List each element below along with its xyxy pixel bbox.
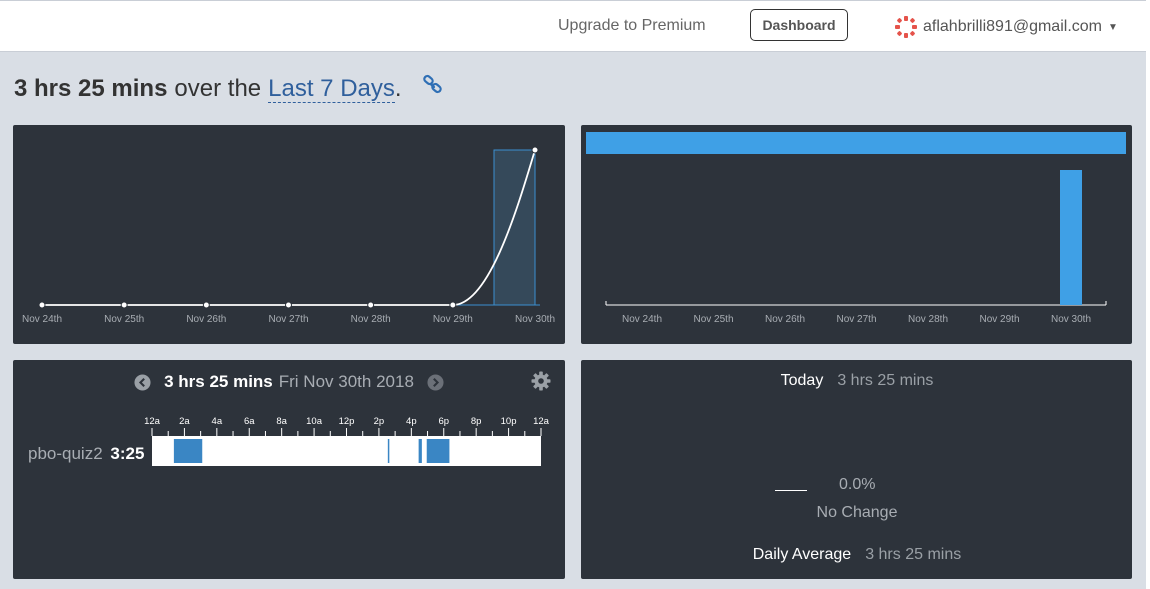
bar-chart-bar bbox=[1060, 170, 1082, 305]
timeline-tick-label: 8p bbox=[471, 416, 482, 427]
timeline-tick-label: 12a bbox=[144, 416, 161, 427]
change-text: No Change bbox=[816, 504, 898, 521]
stats-panel: Today 3 hrs 25 mins 0.0% No Change Daily… bbox=[581, 360, 1132, 579]
dashboard-button[interactable]: Dashboard bbox=[750, 9, 848, 41]
timeline-track bbox=[152, 436, 541, 466]
bar-chart-x-tick-label: Nov 24th bbox=[622, 314, 662, 325]
bar-chart-x-tick-label: Nov 27th bbox=[836, 314, 876, 325]
daily-average-label: Daily Average bbox=[752, 546, 852, 563]
timeline-tick-label: 10a bbox=[306, 416, 323, 427]
line-chart-x-tick-label: Nov 28th bbox=[351, 314, 391, 325]
user-menu[interactable]: aflahbrilli891@gmail.com ▼ bbox=[894, 15, 1118, 39]
timeline-tick-label: 2a bbox=[179, 416, 190, 427]
bar-chart-x-tick-label: Nov 29th bbox=[979, 314, 1019, 325]
line-chart-point bbox=[285, 301, 292, 309]
today-label: Today bbox=[780, 372, 824, 389]
summary-period: . bbox=[394, 75, 402, 102]
summary-duration: 3 hrs 25 mins bbox=[14, 75, 168, 102]
line-chart-point bbox=[531, 146, 539, 154]
line-chart-x-tick-label: Nov 30th bbox=[515, 314, 555, 325]
daily-average-value: 3 hrs 25 mins bbox=[865, 546, 962, 563]
timeline-tick-label: 12a bbox=[533, 416, 550, 427]
user-email: aflahbrilli891@gmail.com bbox=[923, 18, 1102, 35]
top-nav-bar: Upgrade to Premium Dashboard aflahbrilli… bbox=[0, 0, 1146, 52]
bar-chart-x-tick-label: Nov 30th bbox=[1051, 314, 1091, 325]
line-chart-point bbox=[449, 301, 457, 309]
line-chart-x-tick-label: Nov 25th bbox=[104, 314, 144, 325]
line-chart-point bbox=[367, 301, 375, 309]
line-chart-x-tick-label: Nov 27th bbox=[268, 314, 308, 325]
date-range-selector[interactable]: Last 7 Days bbox=[268, 76, 395, 103]
project-time: 3:25 bbox=[110, 444, 145, 463]
line-chart: Nov 24th Nov 25th Nov 26th Nov 27th Nov 28th… bbox=[22, 146, 555, 325]
line-chart-x-tick-label: Nov 29th bbox=[433, 314, 473, 325]
line-chart-panel: Nov 24th Nov 25th Nov 26th Nov 27th Nov 28th… bbox=[13, 125, 565, 344]
change-indicator-line bbox=[775, 490, 807, 491]
summary-heading: 3 hrs 25 mins over the Last 7 Days . bbox=[14, 74, 444, 103]
timeline-tick-label: 12p bbox=[339, 416, 355, 427]
timeline-tick-label: 4a bbox=[212, 416, 223, 427]
timeline-chart: 12a 2a 4a 6a 8a 10a 12p 2p 4p 6p 8p 10p 12a bbox=[144, 416, 550, 466]
bar-chart-top-bar bbox=[586, 132, 1126, 154]
bar-chart-x-tick-label: Nov 28th bbox=[908, 314, 948, 325]
project-row-label[interactable]: pbo-quiz2 3:25 bbox=[28, 444, 144, 464]
timeline-session-block bbox=[426, 439, 450, 463]
daily-average-row: Daily Average 3 hrs 25 mins bbox=[581, 546, 1133, 564]
bar-chart: Nov 24th Nov 25th Nov 26th Nov 27th Nov 28th… bbox=[586, 132, 1126, 325]
timeline-tick-label: 6a bbox=[244, 416, 255, 427]
line-chart-point bbox=[202, 301, 210, 309]
line-chart-x-tick-label: Nov 26th bbox=[186, 314, 226, 325]
timeline-tick-label: 4p bbox=[406, 416, 417, 427]
timeline-tick-label: 6p bbox=[438, 416, 449, 427]
timeline-tick-label: 2p bbox=[374, 416, 385, 427]
line-chart-x-tick-label: Nov 24th bbox=[22, 314, 62, 325]
upgrade-link[interactable]: Upgrade to Premium bbox=[558, 17, 706, 35]
timeline-session-block bbox=[387, 439, 390, 463]
bar-chart-x-tick-label: Nov 25th bbox=[693, 314, 733, 325]
change-percent: 0.0% bbox=[839, 476, 876, 493]
project-name: pbo-quiz2 bbox=[28, 444, 103, 463]
line-chart-point bbox=[38, 301, 46, 309]
line-chart-point bbox=[120, 301, 128, 309]
today-row: Today 3 hrs 25 mins bbox=[581, 372, 1133, 390]
timeline-tick-label: 10p bbox=[501, 416, 517, 427]
line-chart-series-line bbox=[42, 149, 536, 306]
bar-chart-x-tick-label: Nov 26th bbox=[765, 314, 805, 325]
timeline-session-block bbox=[418, 439, 422, 463]
timeline-tick-label: 8a bbox=[276, 416, 287, 427]
timeline-panel: 3 hrs 25 mins Fri Nov 30th 2018 12a 2a 4a 6… bbox=[13, 360, 565, 579]
summary-over-the: over the bbox=[174, 75, 262, 102]
scrollbar-track bbox=[1146, 0, 1150, 589]
timeline-session-block bbox=[173, 439, 203, 463]
chevron-down-icon: ▼ bbox=[1107, 21, 1118, 33]
avatar-icon bbox=[895, 16, 917, 38]
bar-chart-panel: Nov 24th Nov 25th Nov 26th Nov 27th Nov 28th… bbox=[581, 125, 1132, 344]
link-icon[interactable] bbox=[422, 74, 444, 96]
today-value: 3 hrs 25 mins bbox=[837, 372, 934, 389]
